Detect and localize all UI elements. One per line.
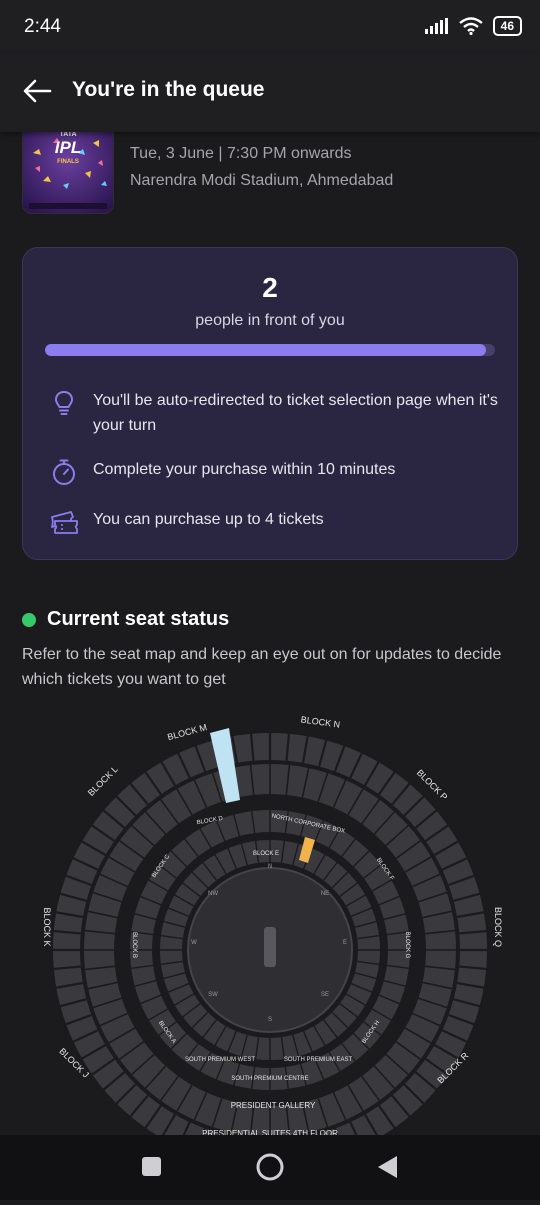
direction-sw: SW	[208, 992, 218, 998]
direction-n: N	[268, 864, 272, 870]
home-circle-icon	[256, 1153, 284, 1181]
wifi-icon	[458, 17, 483, 35]
stand-label-south-premium-west: SOUTH PREMIUM WEST	[185, 1057, 255, 1063]
direction-se: SE	[321, 992, 329, 998]
status-dot	[22, 613, 36, 627]
app-bar: You're in the queue	[0, 54, 540, 132]
stand-label-president-gallery: PRESIDENT GALLERY	[231, 1101, 316, 1110]
seat-status-title: Current seat status	[47, 608, 230, 630]
square-icon	[142, 1157, 161, 1176]
info-text-ticket-limit: You can purchase up to 4 tickets	[93, 511, 324, 528]
back-nav-button[interactable]	[353, 1135, 423, 1200]
info-row-redirect: You'll be auto-redirected to ticket sele…	[49, 388, 503, 438]
poster-tag-text: FINALS	[57, 159, 79, 165]
event-date: Tue, 3 June | 7:30 PM onwards	[130, 145, 352, 162]
queue-card: 2 people in front of you You'll be auto-…	[22, 247, 518, 560]
page-title: You're in the queue	[72, 78, 265, 101]
back-triangle-icon	[378, 1156, 397, 1178]
info-text-time-limit: Complete your purchase within 10 minutes	[93, 461, 396, 478]
back-button[interactable]	[20, 74, 60, 110]
status-icons: 46	[424, 16, 522, 36]
inner-block-label-block-b: BLOCK B	[131, 932, 137, 958]
status-time: 2:44	[24, 16, 61, 37]
block-label-block-q: BLOCK Q	[493, 907, 503, 947]
queue-count: 2	[262, 272, 278, 303]
poster-league-text: IPL	[55, 138, 81, 157]
queue-progress-fill	[45, 344, 486, 356]
stand-label-south-premium-centre: SOUTH PREMIUM CENTRE	[231, 1076, 308, 1082]
direction-nw: NW	[208, 891, 218, 897]
system-nav-bar	[0, 1135, 540, 1200]
back-arrow-icon	[23, 79, 52, 103]
block-label-block-m: BLOCK M	[166, 722, 208, 742]
event-summary: TATA IPL FINALS Tue, 3 June | 7:30 PM on…	[22, 122, 522, 214]
direction-s: S	[268, 1017, 272, 1023]
event-poster: TATA IPL FINALS	[22, 122, 114, 214]
event-venue: Narendra Modi Stadium, Ahmedabad	[130, 172, 394, 189]
info-row-ticket-limit: You can purchase up to 4 tickets	[49, 507, 503, 537]
status-bar: 2:44 46	[0, 0, 540, 54]
direction-w: W	[191, 940, 197, 946]
inner-block-label-block-g: BLOCK G	[404, 932, 410, 959]
inner-block-label-block-e: BLOCK E	[253, 851, 279, 857]
ticket-icon	[51, 511, 78, 534]
stand-label-south-premium-east: SOUTH PREMIUM EAST	[284, 1057, 353, 1063]
home-button[interactable]	[235, 1135, 305, 1200]
info-row-time-limit: Complete your purchase within 10 minutes	[49, 457, 503, 487]
direction-ne: NE	[321, 891, 329, 897]
lightbulb-icon	[55, 391, 73, 415]
info-text-redirect: You'll be auto-redirected to ticket sele…	[93, 392, 498, 434]
signal-icon	[424, 18, 448, 34]
block-label-block-k: BLOCK K	[42, 907, 52, 946]
seat-status-description: Refer to the seat map and keep an eye ou…	[22, 646, 502, 688]
stadium-seat-map[interactable]: BLOCK M BLOCK N BLOCK L BLOCK P BLOCK K BLOCK…	[0, 705, 540, 1135]
stopwatch-icon	[53, 459, 75, 485]
direction-e: E	[343, 940, 347, 946]
block-label-block-n: BLOCK N	[300, 714, 341, 729]
queue-progress-bar	[45, 344, 495, 356]
block-label-block-l: BLOCK L	[86, 764, 120, 798]
battery-indicator: 46	[492, 16, 522, 36]
queue-count-label: people in front of you	[195, 312, 345, 329]
poster-brand-text: TATA	[59, 131, 76, 138]
recents-button[interactable]	[117, 1135, 187, 1200]
